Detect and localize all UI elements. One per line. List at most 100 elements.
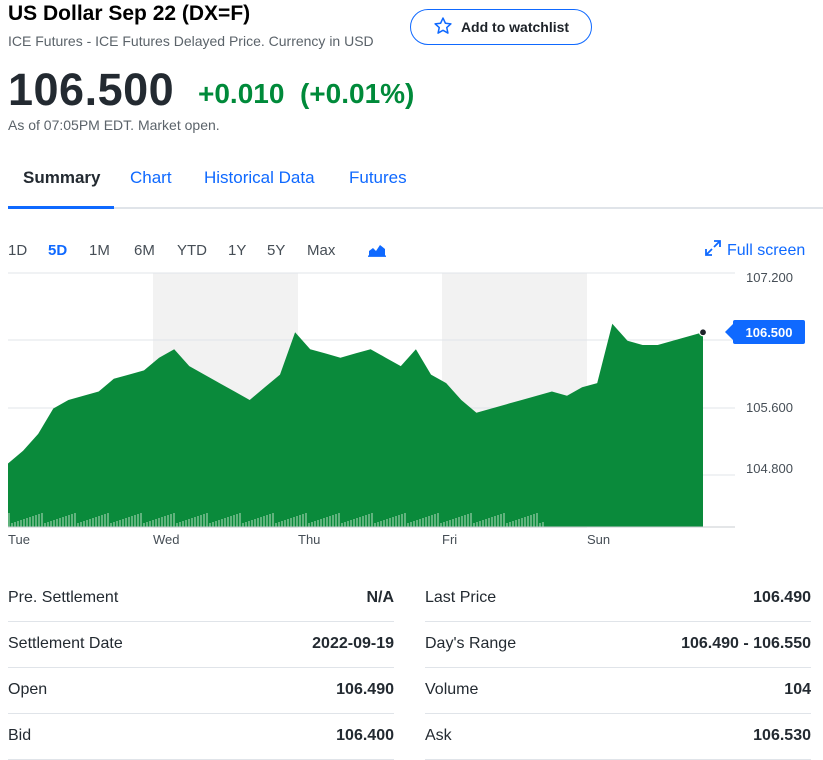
volume-bar [395, 516, 397, 527]
range-5d[interactable]: 5D [48, 242, 67, 259]
volume-bar [161, 517, 163, 527]
tab-summary[interactable]: Summary [23, 168, 100, 188]
volume-bar [287, 519, 289, 527]
full-screen-button[interactable]: Full screen [705, 240, 805, 261]
tab-chart[interactable]: Chart [130, 168, 172, 188]
volume-bar [422, 518, 424, 527]
volume-bar [359, 517, 361, 527]
volume-bar [224, 518, 226, 527]
tab-historical-data[interactable]: Historical Data [204, 168, 315, 188]
range-1d[interactable]: 1D [8, 242, 27, 259]
volume-bar [260, 517, 262, 527]
volume-bar [404, 513, 406, 527]
range-max[interactable]: Max [307, 242, 335, 259]
stat-row: Settlement Date 2022-09-19 [8, 622, 394, 668]
volume-bar [182, 521, 184, 527]
volume-bar [71, 514, 73, 527]
volume-bar [530, 515, 532, 527]
volume-bar [290, 518, 292, 527]
stat-value: 106.490 - 106.550 [681, 635, 811, 652]
range-6m[interactable]: 6M [134, 242, 155, 259]
volume-bar [383, 520, 385, 527]
volume-bar [137, 514, 139, 527]
volume-bar [95, 517, 97, 527]
volume-bar [473, 523, 475, 527]
volume-bar [434, 514, 436, 527]
volume-bar [533, 514, 535, 527]
volume-bar [239, 513, 241, 527]
range-5y[interactable]: 5Y [267, 242, 285, 259]
price-chart[interactable] [0, 270, 823, 532]
volume-bar [23, 519, 25, 527]
volume-bar [17, 521, 19, 527]
volume-bar [110, 523, 112, 527]
volume-bar [275, 523, 277, 527]
volume-bar [539, 523, 541, 527]
range-1y[interactable]: 1Y [228, 242, 246, 259]
volume-bar [230, 516, 232, 527]
volume-bar [452, 519, 454, 527]
full-screen-label: Full screen [727, 241, 806, 259]
x-tick-label: Wed [153, 532, 180, 547]
volume-bar [380, 521, 382, 527]
volume-bar [494, 516, 496, 527]
tab-futures[interactable]: Futures [349, 168, 407, 188]
volume-bar [389, 518, 391, 527]
range-ytd[interactable]: YTD [177, 242, 207, 259]
volume-bar [197, 516, 199, 527]
volume-bar [353, 519, 355, 527]
volume-bar [506, 523, 508, 527]
volume-bar [293, 517, 295, 527]
volume-bar [497, 515, 499, 527]
volume-bar [53, 520, 55, 527]
volume-bar [128, 517, 130, 527]
volume-bar [413, 521, 415, 527]
watchlist-label: Add to watchlist [460, 19, 570, 35]
volume-bar [215, 521, 217, 527]
volume-bar [200, 515, 202, 527]
volume-bar [14, 522, 16, 527]
x-tick-label: Fri [442, 532, 458, 547]
volume-bar [503, 513, 505, 527]
stat-label: Open [8, 681, 48, 698]
stat-label: Pre. Settlement [8, 589, 119, 606]
volume-bar [485, 519, 487, 527]
quote-tabs: Summary Chart Historical Data Futures [8, 160, 823, 210]
volume-bar [89, 519, 91, 527]
stat-label: Settlement Date [8, 635, 123, 652]
volume-bar [77, 523, 79, 527]
volume-bar [464, 515, 466, 527]
volume-bar [410, 522, 412, 527]
stat-label: Last Price [425, 589, 497, 606]
volume-bar [158, 518, 160, 527]
volume-bar [326, 517, 328, 527]
volume-bar [221, 519, 223, 527]
range-1m[interactable]: 1M [89, 242, 110, 259]
volume-bar [62, 517, 64, 527]
last-price-marker [698, 328, 708, 337]
volume-bar [113, 522, 115, 527]
volume-bar [350, 520, 352, 527]
chart-type-icon[interactable] [368, 243, 386, 262]
volume-bar [251, 520, 253, 527]
volume-bar [509, 522, 511, 527]
volume-bar [437, 513, 439, 527]
volume-bar [332, 515, 334, 527]
volume-bar [191, 518, 193, 527]
stat-label: Bid [8, 727, 32, 744]
volume-bar [347, 521, 349, 527]
volume-bar [446, 521, 448, 527]
volume-bar [428, 516, 430, 527]
volume-bar [281, 521, 283, 527]
volume-bar [167, 515, 169, 527]
volume-bar [257, 518, 259, 527]
stat-row: Ask 106.530 [425, 714, 811, 760]
tabs-divider [8, 207, 823, 209]
expand-icon [705, 240, 721, 261]
add-to-watchlist-button[interactable]: Add to watchlist [410, 9, 592, 45]
volume-bar [458, 517, 460, 527]
volume-bar [143, 523, 145, 527]
volume-bar [461, 516, 463, 527]
volume-bar [131, 516, 133, 527]
volume-bar [488, 518, 490, 527]
